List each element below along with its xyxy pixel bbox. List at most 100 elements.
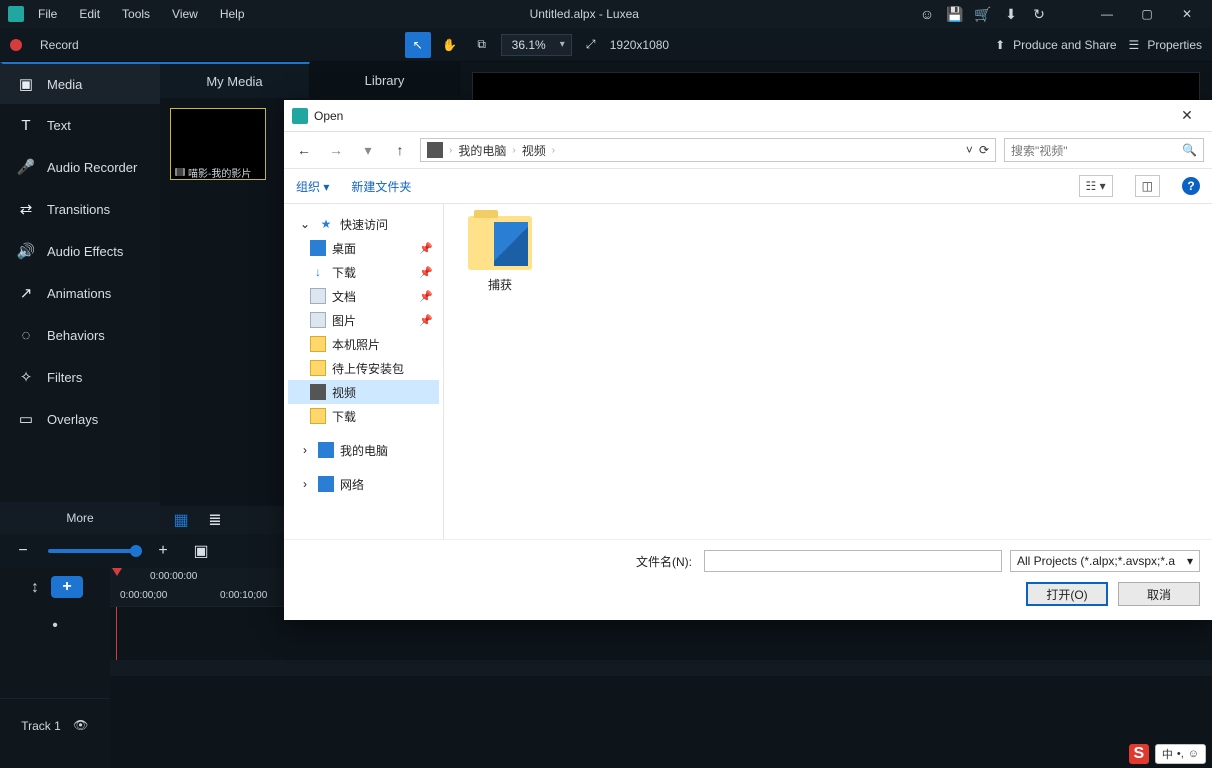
file-type-filter[interactable]: All Projects (*.alpx;*.avspx;*.a▾	[1010, 550, 1200, 572]
window-close[interactable]: ✕	[1170, 3, 1204, 25]
tree-desktop[interactable]: 桌面📌	[288, 236, 439, 260]
menu-help[interactable]: Help	[212, 4, 253, 24]
menu-file[interactable]: File	[30, 4, 65, 24]
sidebar-item-overlays[interactable]: ▭Overlays	[0, 398, 160, 440]
produce-label: Produce and Share	[1013, 38, 1116, 52]
tree-documents[interactable]: 文档📌	[288, 284, 439, 308]
produce-button[interactable]: ⬆ Produce and Share	[995, 38, 1116, 52]
breadcrumb-item[interactable]: 我的电脑	[458, 142, 506, 159]
sidebar: ▣Media TText 🎤Audio Recorder ⇄Transition…	[0, 62, 160, 534]
zoom-value: 36.1%	[512, 38, 546, 52]
tree-localphotos[interactable]: 本机照片	[288, 332, 439, 356]
media-clip-thumb[interactable]: 喵影-我的影片	[170, 108, 266, 180]
sync-icon[interactable]: ↻	[1028, 6, 1050, 23]
record-indicator-icon	[10, 39, 22, 51]
tree-label: 我的电脑	[340, 442, 388, 459]
breadcrumb-item[interactable]: 视频	[522, 142, 546, 159]
zoom-in-icon[interactable]: +	[150, 538, 176, 564]
audiofx-icon: 🔊	[17, 242, 35, 260]
ruler-tick: 0:00:00;00	[120, 590, 167, 601]
tree-quick-access[interactable]: ⌄★快速访问	[288, 212, 439, 236]
account-icon[interactable]: ☺	[916, 6, 938, 22]
sidebar-item-behaviors[interactable]: ◌Behaviors	[0, 314, 160, 356]
nav-recent-button[interactable]: ▾	[356, 138, 380, 162]
timeline-zoom-slider[interactable]	[48, 549, 138, 553]
luxea-app: File Edit Tools View Help Untitled.alpx …	[0, 0, 1212, 768]
marker-icon[interactable]: •	[47, 617, 63, 633]
tree-downloads[interactable]: ↓下载📌	[288, 260, 439, 284]
record-button[interactable]: Record	[40, 38, 79, 52]
help-button[interactable]: ?	[1182, 177, 1200, 195]
sidebar-item-animations[interactable]: ↗Animations	[0, 272, 160, 314]
search-box[interactable]: 搜索"视频" 🔍	[1004, 138, 1204, 162]
ruler-tick: 0:00:10;00	[220, 590, 267, 601]
cart-icon[interactable]: 🛒	[972, 6, 994, 23]
address-bar[interactable]: › 我的电脑 › 视频 › ˅ ⟳	[420, 138, 996, 162]
sidebar-item-transitions[interactable]: ⇄Transitions	[0, 188, 160, 230]
dialog-title: Open	[314, 109, 343, 123]
sidebar-more[interactable]: More	[0, 502, 160, 534]
menu-tools[interactable]: Tools	[114, 4, 158, 24]
track-1-header[interactable]: Track 1 👁	[0, 698, 110, 752]
tree-pending[interactable]: 待上传安装包	[288, 356, 439, 380]
sidebar-item-filters[interactable]: ✧Filters	[0, 356, 160, 398]
organize-menu[interactable]: 组织 ▾	[296, 178, 329, 195]
dialog-nav-row: ← → ▾ ↑ › 我的电脑 › 视频 › ˅ ⟳ 搜索"视频" 🔍	[284, 132, 1212, 168]
tree-label: 下载	[332, 408, 356, 425]
filename-input[interactable]	[704, 550, 1002, 572]
tree-downloads2[interactable]: 下载	[288, 404, 439, 428]
tree-label: 视频	[332, 384, 356, 401]
crop-tool[interactable]: ⧉	[469, 32, 495, 58]
fit-timeline-icon[interactable]: ▣	[188, 538, 214, 564]
file-list-pane[interactable]: 捕获	[444, 204, 1212, 539]
tab-library[interactable]: Library	[310, 62, 460, 98]
sidebar-item-audiofx[interactable]: 🔊Audio Effects	[0, 230, 160, 272]
save-icon[interactable]: 💾	[944, 6, 966, 23]
nav-up-button[interactable]: ↑	[388, 138, 412, 162]
pointer-tool[interactable]: ↖	[405, 32, 431, 58]
download-icon[interactable]: ⬇	[1000, 6, 1022, 23]
sidebar-item-text[interactable]: TText	[0, 104, 160, 146]
sidebar-item-label: Overlays	[47, 412, 98, 427]
tree-thispc[interactable]: ›我的电脑	[288, 438, 439, 462]
media-icon: ▣	[17, 75, 35, 93]
zoom-out-icon[interactable]: −	[10, 538, 36, 564]
sogou-ime-icon[interactable]	[1129, 744, 1149, 764]
sidebar-item-label: Animations	[47, 286, 111, 301]
tree-pictures[interactable]: 图片📌	[288, 308, 439, 332]
view-list-icon[interactable]: ≣	[202, 507, 228, 533]
properties-button[interactable]: ☰ Properties	[1129, 38, 1202, 52]
add-track-button[interactable]: +	[51, 576, 83, 598]
folder-item[interactable]: 捕获	[462, 216, 538, 293]
new-folder-button[interactable]: 新建文件夹	[351, 178, 411, 195]
sidebar-item-audiorec[interactable]: 🎤Audio Recorder	[0, 146, 160, 188]
open-button[interactable]: 打开(O)	[1026, 582, 1108, 606]
address-dropdown[interactable]: ˅	[966, 143, 973, 157]
nav-back-button[interactable]: ←	[292, 138, 316, 162]
hand-tool[interactable]: ✋	[437, 32, 463, 58]
dialog-close-button[interactable]: ✕	[1170, 104, 1204, 128]
view-mode-button[interactable]: ☷ ▾	[1079, 175, 1113, 197]
canvas-size-icon[interactable]: ⤢	[578, 32, 604, 58]
window-maximize[interactable]: ▢	[1130, 3, 1164, 25]
preview-pane-button[interactable]: ◫	[1135, 175, 1160, 197]
tree-network[interactable]: ›网络	[288, 472, 439, 496]
network-icon	[318, 476, 334, 492]
menu-edit[interactable]: Edit	[71, 4, 108, 24]
tab-my-media[interactable]: My Media	[160, 62, 310, 98]
tree-videos[interactable]: 视频	[288, 380, 439, 404]
menu-view[interactable]: View	[164, 4, 206, 24]
playhead-icon[interactable]	[112, 568, 122, 576]
snap-icon[interactable]: ↕	[27, 579, 43, 595]
folder-icon	[310, 408, 326, 424]
sidebar-item-media[interactable]: ▣Media	[0, 62, 160, 104]
visibility-icon[interactable]: 👁	[73, 718, 89, 734]
ime-status[interactable]: 中 •, ☺	[1155, 744, 1206, 764]
zoom-select[interactable]: 36.1%	[501, 34, 572, 56]
nav-forward-button[interactable]: →	[324, 138, 348, 162]
window-minimize[interactable]: —	[1090, 3, 1124, 25]
refresh-button[interactable]: ⟳	[979, 143, 989, 157]
timeline-scrollbar[interactable]	[110, 660, 1212, 676]
view-grid-icon[interactable]: ▦	[168, 507, 194, 533]
cancel-button[interactable]: 取消	[1118, 582, 1200, 606]
